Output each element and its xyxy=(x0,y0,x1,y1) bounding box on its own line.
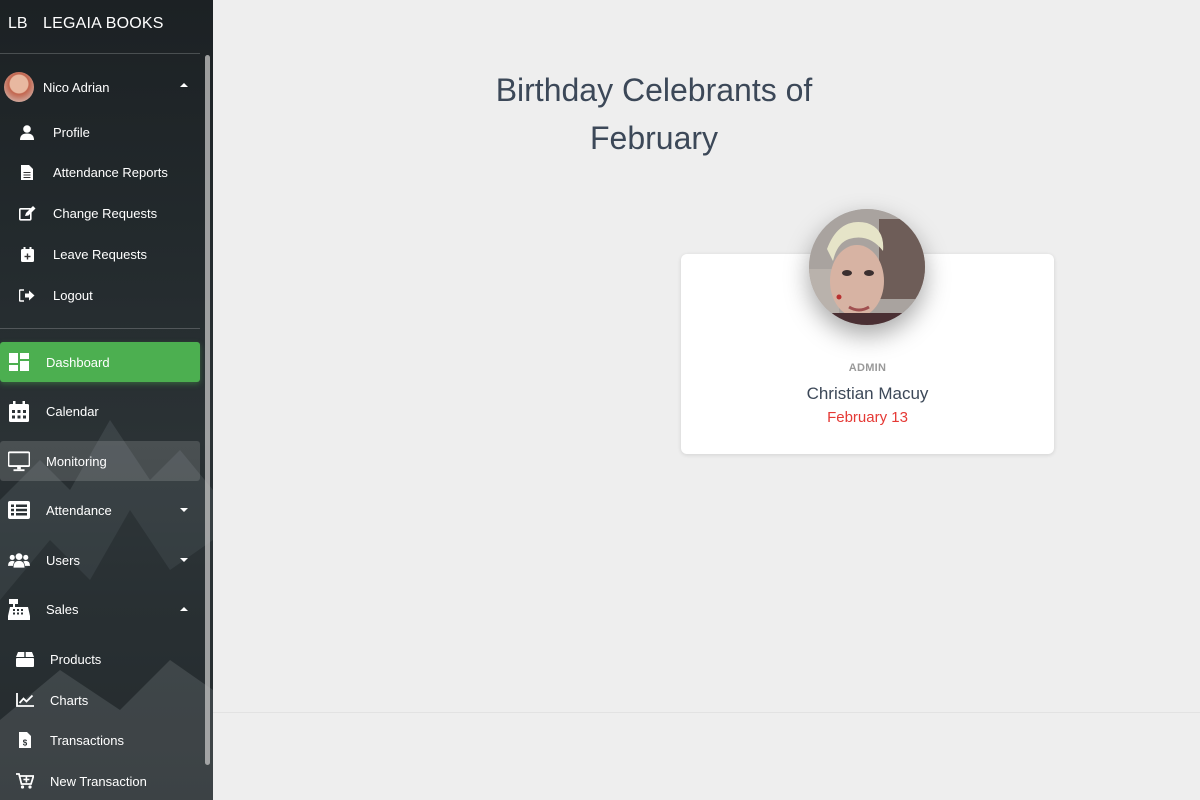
caret-up-icon xyxy=(180,607,188,611)
divider xyxy=(0,53,200,54)
nav-item-label: Calendar xyxy=(46,403,99,419)
edit-icon xyxy=(18,204,36,222)
nav-item-dashboard[interactable]: Dashboard xyxy=(0,342,200,382)
chart-icon xyxy=(16,691,34,709)
dashboard-icon xyxy=(8,351,30,373)
menu-item-leave-requests[interactable]: Leave Requests xyxy=(0,234,200,274)
list-icon xyxy=(8,499,30,521)
celebrant-name: Christian Macuy xyxy=(806,384,929,403)
nav-item-label: Attendance xyxy=(46,502,112,518)
divider xyxy=(0,328,200,329)
brand-mini: LB xyxy=(8,15,28,32)
nav-item-transactions[interactable]: $ Transactions xyxy=(0,720,200,760)
nav-item-attendance[interactable]: Attendance xyxy=(0,490,200,530)
nav-item-label: Sales xyxy=(46,601,79,617)
brand-name: LEGAIA BOOKS xyxy=(43,15,164,32)
nav-item-label: New Transaction xyxy=(50,773,147,789)
nav-item-sales[interactable]: Sales xyxy=(0,589,200,629)
calendar-plus-icon xyxy=(18,245,36,263)
avatar-photo xyxy=(809,209,925,325)
nav-item-label: Dashboard xyxy=(46,354,110,370)
caret-down-icon xyxy=(180,508,188,512)
nav-item-users[interactable]: Users xyxy=(0,540,200,580)
menu-item-label: Change Requests xyxy=(53,205,158,221)
brand[interactable]: LB LEGAIA BOOKS xyxy=(0,0,200,48)
monitor-icon xyxy=(8,450,30,472)
nav-item-label: Transactions xyxy=(50,732,124,748)
celebrant-avatar xyxy=(809,209,925,325)
page-title: Birthday Celebrants of February xyxy=(0,66,1200,162)
nav-item-label: Users xyxy=(46,552,80,568)
menu-item-logout[interactable]: Logout xyxy=(0,275,200,315)
invoice-icon: $ xyxy=(16,731,34,749)
file-icon xyxy=(18,163,36,181)
users-icon xyxy=(8,549,30,571)
main-content: Birthday Celebrants of February ADMIN Ch… xyxy=(213,0,1200,800)
cart-plus-icon xyxy=(16,772,34,790)
nav-item-calendar[interactable]: Calendar xyxy=(0,391,200,431)
footer-divider xyxy=(213,712,1200,713)
nav-item-charts[interactable]: Charts xyxy=(0,680,200,720)
menu-item-label: Leave Requests xyxy=(53,246,147,262)
celebrant-birthday: February 13 xyxy=(827,409,908,426)
celebrant-role: ADMIN xyxy=(848,362,887,374)
logout-icon xyxy=(18,286,36,304)
page-title-line: Birthday Celebrants of xyxy=(495,72,813,108)
box-icon xyxy=(16,650,34,668)
nav-item-label: Charts xyxy=(50,692,89,708)
nav-item-label: Monitoring xyxy=(46,453,107,469)
caret-down-icon xyxy=(180,558,188,562)
nav-item-label: Products xyxy=(50,651,102,667)
nav-item-new-transaction[interactable]: New Transaction xyxy=(0,761,200,800)
page-title-month: February xyxy=(589,120,719,156)
nav-item-monitoring[interactable]: Monitoring xyxy=(0,441,200,481)
menu-item-label: Attendance Reports xyxy=(53,164,168,180)
menu-item-label: Logout xyxy=(53,287,93,303)
svg-text:$: $ xyxy=(23,739,28,748)
menu-item-change-requests[interactable]: Change Requests xyxy=(0,193,200,233)
calendar-icon xyxy=(8,400,30,422)
cash-register-icon xyxy=(8,598,30,620)
nav-item-products[interactable]: Products xyxy=(0,639,200,679)
